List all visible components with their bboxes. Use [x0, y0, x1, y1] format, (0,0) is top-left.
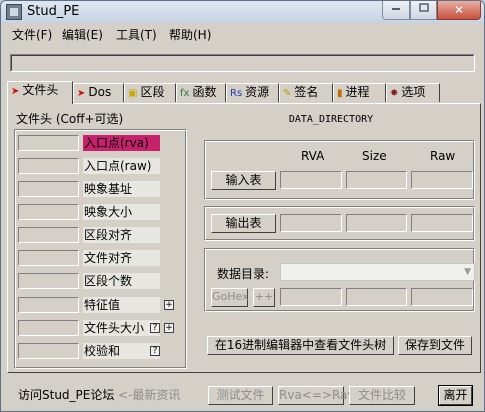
- plusplus-button[interactable]: ++: [253, 288, 275, 307]
- col-rva: RVA: [301, 149, 325, 163]
- file-align-label: 文件对齐: [83, 250, 160, 266]
- tab-processes[interactable]: ▮ 进程: [333, 83, 386, 102]
- tab-strip: ➤ 文件头 ➤ Dos ▣ 区段 fx 函数 Rs 资源 ✎ 签名 ▮ 进程 ✸ 选项: [7, 81, 481, 104]
- news-link[interactable]: <-最新资讯: [118, 386, 180, 403]
- minimize-button[interactable]: [382, 1, 410, 20]
- red-arrow-icon: ➤: [11, 86, 20, 97]
- menu-file[interactable]: 文件(F): [12, 26, 52, 43]
- image-size-label: 映象大小: [83, 204, 160, 220]
- close-button[interactable]: ✕: [437, 1, 481, 20]
- signature-icon: ✎: [283, 88, 292, 99]
- rva-raw-button[interactable]: Rva<=>Raw: [278, 386, 357, 405]
- entry-rva-field[interactable]: [18, 135, 79, 151]
- tab-signatures[interactable]: ✎ 签名: [279, 83, 333, 102]
- dir-size-field[interactable]: [346, 288, 407, 306]
- header-size-field[interactable]: [18, 320, 79, 336]
- characteristics-plus-button[interactable]: +: [164, 300, 174, 310]
- minimize-icon: [392, 8, 400, 10]
- app-window: Stud_PE ✕ 文件(F) 编辑(E) 工具(T) 帮助(H) ➤ 文件头 ➤…: [0, 0, 485, 412]
- header-size-help-button[interactable]: ?: [150, 323, 160, 333]
- app-icon: [6, 4, 22, 20]
- data-directory-title: DATA_DIRECTORY: [288, 114, 374, 125]
- col-raw: Raw: [430, 149, 456, 163]
- section-count-field[interactable]: [18, 273, 79, 289]
- chevron-down-icon: ▼: [464, 267, 471, 277]
- window-title: Stud_PE: [27, 4, 80, 19]
- import-rva-field[interactable]: [280, 171, 342, 189]
- entry-rva-label: 入口点(rva): [83, 135, 160, 151]
- tab-file-header[interactable]: ➤ 文件头: [7, 81, 73, 104]
- menu-help[interactable]: 帮助(H): [169, 26, 211, 43]
- dir-raw-field[interactable]: [411, 288, 473, 306]
- tab-dos[interactable]: ➤ Dos: [73, 83, 124, 102]
- checksum-help-button[interactable]: ?: [150, 346, 160, 356]
- exit-button[interactable]: 离开: [438, 385, 473, 406]
- data-dir-label: 数据目录:: [217, 267, 270, 281]
- entry-raw-field[interactable]: [18, 158, 79, 174]
- header-size-plus-button[interactable]: +: [164, 323, 174, 333]
- resource-icon: Rs: [230, 88, 243, 99]
- section-icon: ▣: [128, 88, 138, 99]
- image-base-field[interactable]: [18, 181, 79, 197]
- dir-rva-field[interactable]: [280, 288, 342, 306]
- import-table-button[interactable]: 输入表: [211, 171, 276, 190]
- checksum-field[interactable]: [18, 343, 79, 359]
- image-base-label: 映象基址: [83, 181, 160, 197]
- export-raw-field[interactable]: [411, 214, 473, 232]
- process-icon: ▮: [337, 88, 343, 99]
- export-rva-field[interactable]: [280, 214, 342, 232]
- data-dir-select[interactable]: ▼: [280, 263, 475, 281]
- menu-tools[interactable]: 工具(T): [116, 26, 157, 43]
- function-icon: fx: [180, 88, 190, 99]
- import-raw-field[interactable]: [411, 171, 473, 189]
- characteristics-label: 特征值: [83, 297, 160, 313]
- tab-functions[interactable]: fx 函数: [176, 83, 226, 102]
- export-size-field[interactable]: [346, 214, 407, 232]
- forum-link[interactable]: 访问Stud_PE论坛: [18, 386, 114, 403]
- maximize-button[interactable]: [410, 1, 437, 20]
- image-size-field[interactable]: [18, 204, 79, 220]
- tab-resources[interactable]: Rs 资源: [226, 83, 279, 102]
- title-bar[interactable]: Stud_PE ✕: [1, 1, 484, 23]
- menu-bar: 文件(F) 编辑(E) 工具(T) 帮助(H): [2, 24, 483, 44]
- test-file-button[interactable]: 测试文件: [208, 386, 273, 405]
- red-arrow-icon: ➤: [77, 88, 86, 99]
- checksum-label: 校验和: [83, 343, 160, 359]
- path-bar: [10, 54, 475, 72]
- save-to-file-button[interactable]: 保存到文件: [398, 336, 472, 355]
- maximize-icon: [418, 3, 429, 12]
- section-count-label: 区段个数: [83, 273, 160, 289]
- export-table-button[interactable]: 输出表: [211, 214, 276, 233]
- section-align-field[interactable]: [18, 227, 79, 243]
- entry-raw-label: 入口点(raw): [83, 158, 160, 174]
- section-align-label: 区段对齐: [83, 227, 160, 243]
- tab-sections[interactable]: ▣ 区段: [124, 83, 176, 102]
- menu-edit[interactable]: 编辑(E): [62, 26, 103, 43]
- tab-options[interactable]: ✸ 选项: [386, 83, 440, 102]
- close-icon: ✕: [453, 3, 465, 17]
- gohex-button[interactable]: GoHex: [211, 288, 249, 307]
- options-icon: ✸: [390, 88, 399, 99]
- characteristics-field[interactable]: [18, 297, 79, 313]
- file-align-field[interactable]: [18, 250, 79, 266]
- header-size-label: 文件头大小: [83, 320, 160, 336]
- hex-view-button[interactable]: 在16进制编辑器中查看文件头树: [207, 336, 394, 355]
- header-panel-title: 文件头 (Coff+可选): [16, 112, 124, 126]
- col-size: Size: [362, 149, 387, 163]
- compare-button[interactable]: 文件比较: [349, 386, 415, 405]
- import-size-field[interactable]: [346, 171, 407, 189]
